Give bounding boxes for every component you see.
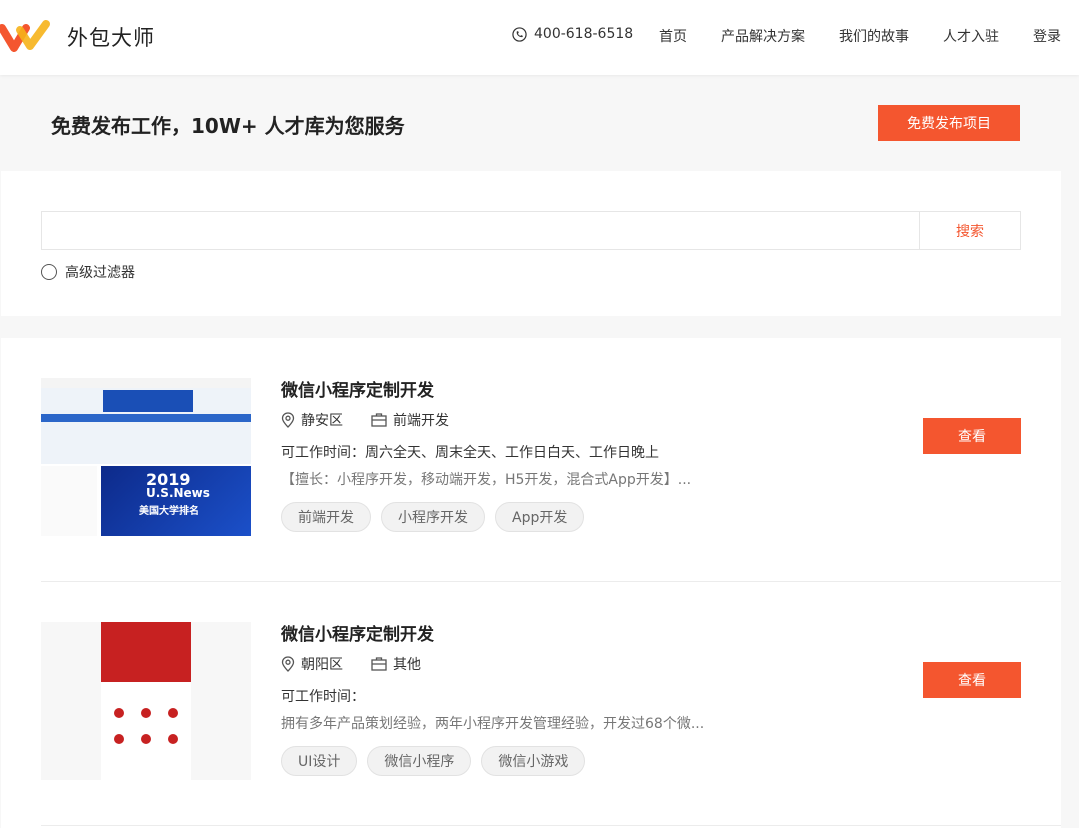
briefcase-icon <box>371 657 387 671</box>
tag-list: 前端开发 小程序开发 App开发 <box>281 502 585 532</box>
publish-project-button[interactable]: 免费发布项目 <box>878 105 1020 141</box>
availability-text: 可工作时间： <box>281 689 365 705</box>
category-group: 其他 <box>371 654 421 674</box>
nav-login[interactable]: 登录 <box>1033 26 1061 46</box>
thumb-nav-strip <box>41 414 251 422</box>
location-group: 朝阳区 <box>281 654 343 674</box>
thumb-browser-bar <box>41 378 251 388</box>
location-pin-icon <box>281 656 295 672</box>
thumb-dot <box>168 734 178 744</box>
search-button[interactable]: 搜索 <box>919 212 1020 249</box>
search-input[interactable] <box>42 212 919 249</box>
project-meta: 朝阳区 其他 <box>281 654 421 674</box>
brand-name[interactable]: 外包大师 <box>67 22 155 52</box>
thumb-dot <box>114 708 124 718</box>
thumb-dot <box>114 734 124 744</box>
location-group: 静安区 <box>281 410 343 430</box>
briefcase-icon <box>371 413 387 427</box>
availability-text: 可工作时间：周六全天、周末全天、工作日白天、工作日晚上 <box>281 445 659 461</box>
thumb-ranking-text: 美国大学排名 <box>139 506 199 517</box>
project-item: 2019 U.S.News 美国大学排名 微信小程序定制开发 静安区 前端开发 <box>41 338 1061 582</box>
project-meta: 静安区 前端开发 <box>281 410 449 430</box>
phone-text: 400-618-6518 <box>534 26 634 42</box>
thumb-usnews-text: U.S.News <box>146 486 210 500</box>
project-thumbnail[interactable]: 2019 U.S.News 美国大学排名 <box>41 378 251 536</box>
project-thumbnail[interactable] <box>41 622 251 780</box>
advanced-filter-label: 高级过滤器 <box>65 265 135 281</box>
project-location: 静安区 <box>301 413 343 429</box>
nav-home[interactable]: 首页 <box>659 26 687 46</box>
tag[interactable]: 前端开发 <box>281 502 371 532</box>
nav-talent-join[interactable]: 人才入驻 <box>943 26 999 46</box>
tag[interactable]: 微信小程序 <box>367 746 472 776</box>
thumb-phone-header <box>101 622 191 682</box>
tag[interactable]: App开发 <box>495 502 585 532</box>
project-item: 微信小程序定制开发 朝阳区 其他 可工作时间： 拥有多年产品策划经验，两年小程序… <box>41 582 1061 826</box>
tag[interactable]: UI设计 <box>281 746 358 776</box>
thumb-dot <box>168 708 178 718</box>
category-group: 前端开发 <box>371 410 449 430</box>
phone-number: 400-618-6518 <box>512 26 633 42</box>
search-box: 搜索 <box>41 211 1021 250</box>
top-header: 外包大师 400-618-6518 首页 产品解决方案 我们的故事 人才入驻 登… <box>0 0 1079 75</box>
nav-solutions[interactable]: 产品解决方案 <box>721 26 805 46</box>
thumb-banner <box>103 390 193 412</box>
project-title[interactable]: 微信小程序定制开发 <box>281 620 434 645</box>
tag-list: UI设计 微信小程序 微信小游戏 <box>281 746 586 776</box>
thumb-profile-panel <box>41 466 97 536</box>
nav-our-story[interactable]: 我们的故事 <box>839 26 909 46</box>
project-category: 其他 <box>393 657 421 673</box>
logo-icon[interactable] <box>0 18 52 52</box>
project-description: 拥有多年产品策划经验，两年小程序开发管理经验，开发过68个微... <box>281 716 705 732</box>
view-button[interactable]: 查看 <box>923 418 1021 454</box>
project-list: 2019 U.S.News 美国大学排名 微信小程序定制开发 静安区 前端开发 <box>1 338 1061 828</box>
project-title[interactable]: 微信小程序定制开发 <box>281 376 434 401</box>
project-location: 朝阳区 <box>301 657 343 673</box>
advanced-filter-toggle[interactable]: 高级过滤器 <box>41 262 135 282</box>
radio-icon[interactable] <box>41 264 57 280</box>
tag[interactable]: 微信小游戏 <box>481 746 586 776</box>
view-button[interactable]: 查看 <box>923 662 1021 698</box>
phone-icon <box>512 26 527 42</box>
thumb-dot <box>141 708 151 718</box>
location-pin-icon <box>281 412 295 428</box>
project-category: 前端开发 <box>393 413 449 429</box>
page-title: 免费发布工作，10W+ 人才库为您服务 <box>51 114 405 138</box>
thumb-dot <box>141 734 151 744</box>
search-panel: 搜索 高级过滤器 <box>1 171 1061 316</box>
tag[interactable]: 小程序开发 <box>381 502 485 532</box>
project-description: 【擅长：小程序开发，移动端开发，H5开发，混合式App开发】... <box>281 472 692 488</box>
